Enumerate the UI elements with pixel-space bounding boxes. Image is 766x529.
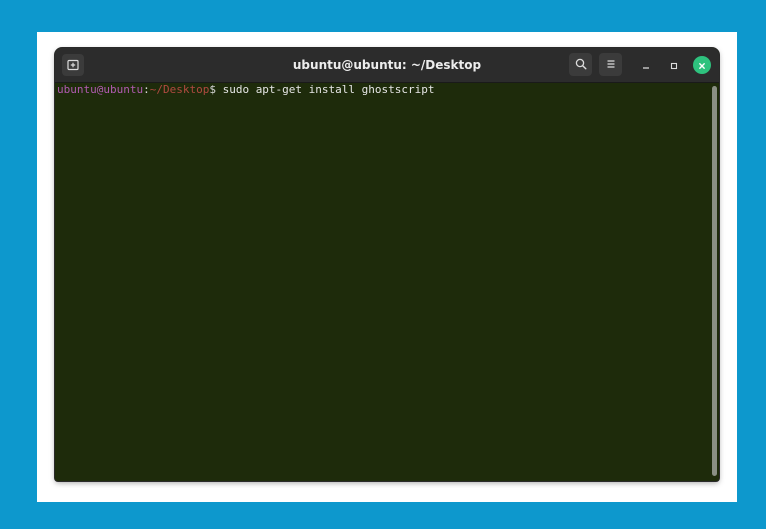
maximize-button[interactable]: [665, 56, 683, 74]
title-bar[interactable]: ubuntu@ubuntu: ~/Desktop: [55, 48, 719, 83]
terminal-output-area[interactable]: ubuntu@ubuntu:~/Desktop$ sudo apt-get in…: [55, 83, 719, 481]
search-icon: [575, 55, 587, 74]
menu-button[interactable]: [599, 53, 622, 76]
minimize-button[interactable]: [637, 56, 655, 74]
command-line: ubuntu@ubuntu:~/Desktop$ sudo apt-get in…: [57, 83, 435, 97]
prompt-path: ~/Desktop: [149, 83, 210, 96]
minimize-icon: [641, 56, 651, 75]
typed-command: sudo apt-get install ghostscript: [215, 83, 435, 96]
maximize-icon: [669, 56, 679, 75]
prompt-colon: :: [143, 83, 150, 96]
prompt-user: ubuntu@ubuntu: [57, 83, 144, 96]
close-button[interactable]: [693, 56, 711, 74]
terminal-window[interactable]: ubuntu@ubuntu: ~/Desktop ubuntu@ubuntu:~…: [55, 48, 719, 481]
hamburger-menu-icon: [605, 55, 617, 74]
search-button[interactable]: [569, 53, 592, 76]
prompt-symbol: $: [209, 83, 216, 96]
close-icon: [697, 56, 707, 75]
vertical-scrollbar[interactable]: [712, 86, 717, 476]
